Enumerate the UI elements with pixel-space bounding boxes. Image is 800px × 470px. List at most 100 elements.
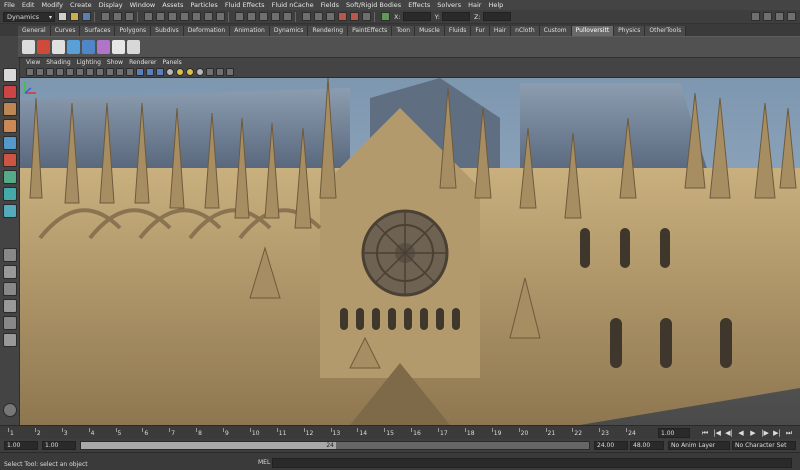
command-line-input[interactable] [272,458,792,468]
smooth-shade-icon[interactable] [146,68,154,76]
playback-start-field[interactable]: 1.00 [42,441,76,450]
move-tool-icon[interactable] [3,119,17,133]
mel-label[interactable]: MEL [258,459,270,466]
play-backwards-icon[interactable]: ◀ [736,428,746,438]
panel-menu-view[interactable]: View [26,59,40,66]
menu-modify[interactable]: Modify [41,1,63,9]
single-perspective-layout-icon[interactable] [3,248,17,262]
ipr-render-icon[interactable] [350,12,359,21]
range-bar[interactable]: 24 [80,441,590,450]
step-forward-frame-icon[interactable]: |▶ [760,428,770,438]
render-frame-icon[interactable] [338,12,347,21]
menu-edit[interactable]: Edit [22,1,35,9]
time-slider[interactable]: 1 2 3 4 5 6 7 8 9 10 11 12 13 14 15 16 17 18 19 20 21 22 23 24 … [0,425,800,439]
shelf-tab-surfaces[interactable]: Surfaces [80,26,116,36]
shelf-tab-physics[interactable]: Physics [614,26,646,36]
lasso-tool-icon[interactable] [3,85,17,99]
menu-file[interactable]: File [4,1,15,9]
construction-history-icon[interactable] [326,12,335,21]
scale-tool-icon[interactable] [3,153,17,167]
shelf-cloth-tool-icon[interactable] [67,40,80,54]
shelf-constraint-tool-icon[interactable] [82,40,95,54]
menu-solvers[interactable]: Solvers [437,1,461,9]
menu-assets[interactable]: Assets [162,1,183,9]
menu-window[interactable]: Window [130,1,156,9]
use-all-lights-icon[interactable] [176,68,184,76]
shelf-tab-toon[interactable]: Toon [392,26,416,36]
coord-x-input[interactable] [402,12,431,21]
shelf-tab-fur[interactable]: Fur [471,26,490,36]
shelf-tab-subdivs[interactable]: Subdivs [151,26,184,36]
isolate-select-icon[interactable] [206,68,214,76]
paint-select-tool-icon[interactable] [3,102,17,116]
snap-view-plane-icon[interactable] [271,12,280,21]
high-quality-icon[interactable] [196,68,204,76]
select-dynamics-icon[interactable] [204,12,213,21]
range-handle[interactable]: 24 [81,442,336,449]
shelf-tab-general[interactable]: General [18,26,51,36]
panel-menu-renderer[interactable]: Renderer [129,59,156,66]
step-forward-key-icon[interactable]: ▶| [772,428,782,438]
persp-graph-layout-icon[interactable] [3,299,17,313]
step-back-frame-icon[interactable]: ◀| [724,428,734,438]
go-to-start-icon[interactable]: ⏮ [700,428,710,438]
shelf-tab-fluids[interactable]: Fluids [444,26,472,36]
safe-title-icon[interactable] [126,68,134,76]
xray-icon[interactable] [216,68,224,76]
wireframe-on-shaded-icon[interactable] [156,68,164,76]
textured-icon[interactable] [166,68,174,76]
camera-attributes-icon[interactable] [36,68,44,76]
menu-display[interactable]: Display [99,1,123,9]
persp-hypershade-layout-icon[interactable] [3,316,17,330]
shelf-tab-pulloversitt[interactable]: Pulloversitt [571,26,615,36]
shelf-mesh-tool-icon[interactable] [97,40,110,54]
shelf-tab-rendering[interactable]: Rendering [308,26,349,36]
menu-fluid-effects[interactable]: Fluid Effects [225,1,265,9]
shelf-tab-custom[interactable]: Custom [539,26,572,36]
panel-menu-show[interactable]: Show [107,59,123,66]
shelf-tab-muscle[interactable]: Muscle [415,26,445,36]
select-handles-icon[interactable] [144,12,153,21]
playback-end-field[interactable]: 24.00 [594,441,628,450]
select-curves-icon[interactable] [168,12,177,21]
select-joints-icon[interactable] [156,12,165,21]
menu-particles[interactable]: Particles [190,1,217,9]
menu-create[interactable]: Create [70,1,92,9]
resolution-gate-icon[interactable] [86,68,94,76]
select-surfaces-icon[interactable] [180,12,189,21]
anim-layer-dropdown[interactable]: No Anim Layer [668,441,730,450]
field-chart-icon[interactable] [106,68,114,76]
open-scene-icon[interactable] [70,12,79,21]
manipulator-tool-icon[interactable] [3,170,17,184]
menu-help[interactable]: Help [488,1,503,9]
menu-set-dropdown[interactable]: Dynamics [3,11,55,22]
shelf-tab-animation[interactable]: Animation [230,26,270,36]
menu-fields[interactable]: Fields [321,1,339,9]
step-back-key-icon[interactable]: |◀ [712,428,722,438]
shelf-tab-othertools[interactable]: OtherTools [645,26,687,36]
go-to-end-icon[interactable]: ⏭ [784,428,794,438]
coord-y-input[interactable] [441,12,470,21]
film-gate-icon[interactable] [76,68,84,76]
output-ops-icon[interactable] [314,12,323,21]
custom-layout-icon[interactable] [3,333,17,347]
shelf-paint-tool-icon[interactable] [52,40,65,54]
image-plane-icon[interactable] [56,68,64,76]
shelf-tab-hair[interactable]: Hair [489,26,512,36]
coord-z-input[interactable] [482,12,511,21]
persp-outliner-layout-icon[interactable] [3,282,17,296]
show-hide-attribute-editor-icon[interactable] [751,12,760,21]
shelf-tab-curves[interactable]: Curves [50,26,81,36]
shadows-icon[interactable] [186,68,194,76]
show-manipulator-tool-icon[interactable] [3,204,17,218]
show-hide-tool-settings-icon[interactable] [763,12,772,21]
select-camera-icon[interactable] [26,68,34,76]
select-deformations-icon[interactable] [192,12,201,21]
select-component-icon[interactable] [125,12,134,21]
current-time-field[interactable]: 1.00 [658,428,690,438]
soft-mod-tool-icon[interactable] [3,187,17,201]
shelf-tab-ncloth[interactable]: nCloth [511,26,540,36]
select-tool-icon[interactable] [3,68,17,82]
four-view-layout-icon[interactable] [3,265,17,279]
input-ops-icon[interactable] [302,12,311,21]
